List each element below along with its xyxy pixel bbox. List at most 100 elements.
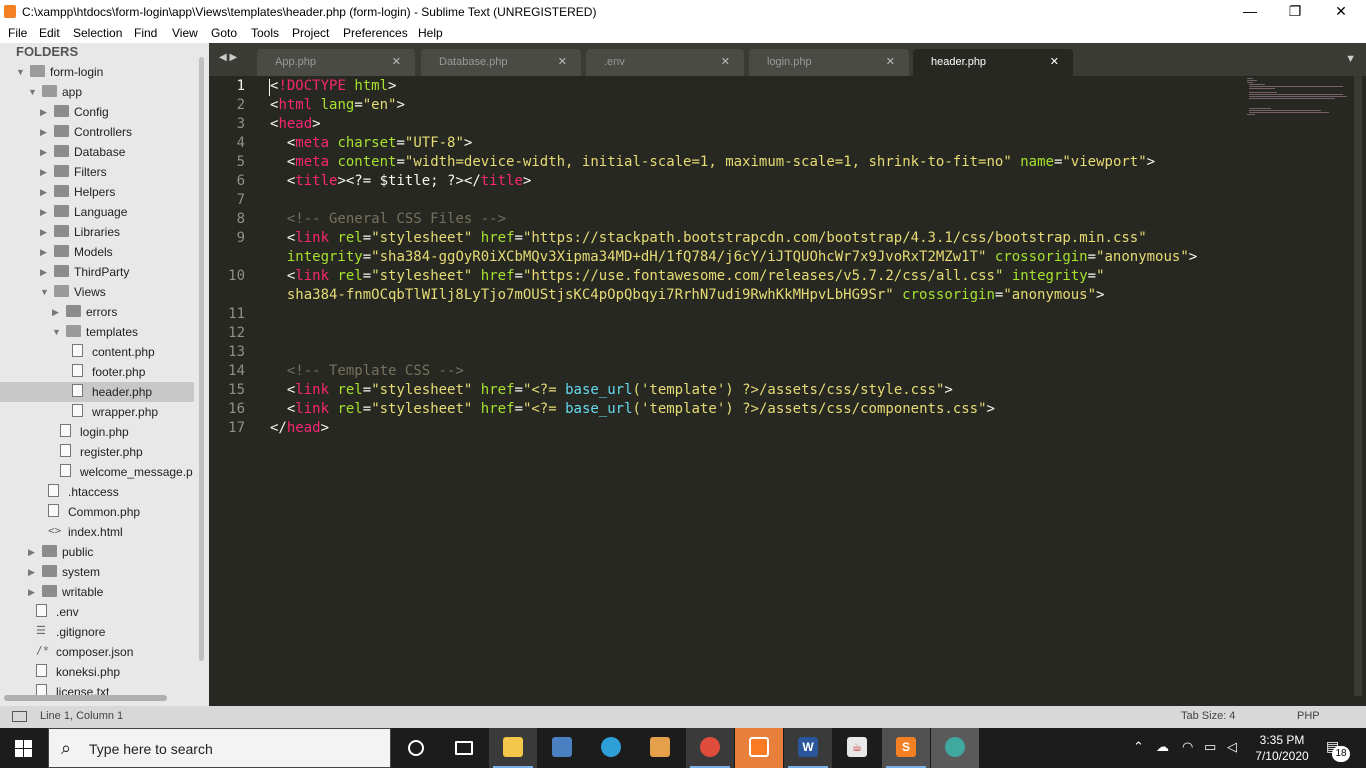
code-line[interactable]: <link rel="stylesheet" href="<?= base_ur… — [270, 401, 995, 417]
taskbar-word[interactable]: W — [784, 728, 832, 768]
volume-icon[interactable]: ◁ — [1227, 739, 1237, 755]
taskbar-edge-dev[interactable] — [931, 728, 979, 768]
battery-icon[interactable]: ▭ — [1204, 739, 1216, 755]
sidebar-item[interactable]: header.php — [0, 382, 194, 402]
sidebar-scrollbar[interactable] — [199, 57, 204, 661]
sidebar-item[interactable]: ▶ Helpers — [0, 182, 194, 202]
sidebar-item[interactable]: ▶ Language — [0, 202, 194, 222]
sidebar-item[interactable]: Common.php — [0, 502, 194, 522]
tab-close-icon[interactable]: ✕ — [558, 55, 567, 68]
tab-login-php[interactable]: login.php ✕ — [749, 49, 909, 76]
chevron-right-icon[interactable]: ▶ — [28, 547, 36, 557]
chevron-right-icon[interactable]: ▶ — [40, 187, 48, 197]
chevron-right-icon[interactable]: ▶ — [40, 167, 48, 177]
sidebar-item[interactable]: ▼ form-login — [0, 62, 194, 82]
menu-edit[interactable]: Edit — [39, 26, 60, 40]
tab-database-php[interactable]: Database.php ✕ — [421, 49, 581, 76]
code-line[interactable]: <head> — [270, 116, 321, 132]
sidebar-item[interactable]: ▶ Controllers — [0, 122, 194, 142]
sidebar-item[interactable]: ☰ .gitignore — [0, 622, 194, 642]
sidebar-item[interactable]: .htaccess — [0, 482, 194, 502]
tab-nav-arrows[interactable]: ◀ ▶ — [219, 52, 237, 63]
code-line[interactable]: <!DOCTYPE html> — [270, 78, 396, 94]
tab-app-php[interactable]: App.php ✕ — [257, 49, 415, 76]
chevron-right-icon[interactable]: ▶ — [52, 307, 60, 317]
code-line[interactable]: </head> — [270, 420, 329, 436]
chevron-right-icon[interactable]: ▶ — [40, 207, 48, 217]
menu-goto[interactable]: Goto — [211, 26, 237, 40]
editor-scrollbar[interactable] — [1354, 76, 1362, 696]
taskbar-clock[interactable]: 3:35 PM 7/10/2020 — [1252, 732, 1312, 764]
sidebar-item[interactable]: login.php — [0, 422, 194, 442]
menu-preferences[interactable]: Preferences — [343, 26, 408, 40]
chevron-right-icon[interactable]: ▶ — [40, 227, 48, 237]
sidebar-item[interactable]: .env — [0, 602, 194, 622]
close-button[interactable]: ✕ — [1318, 0, 1364, 23]
tab-header-php[interactable]: header.php ✕ — [913, 49, 1073, 76]
code-line[interactable]: <link rel="stylesheet" href="https://sta… — [270, 230, 1147, 246]
maximize-button[interactable]: ❐ — [1272, 0, 1318, 23]
windows-start-icon[interactable] — [15, 740, 32, 757]
tab-size-selector[interactable]: Tab Size: 4 — [1181, 710, 1235, 722]
code-line[interactable]: <link rel="stylesheet" href="https://use… — [270, 268, 1105, 284]
sidebar-item[interactable]: content.php — [0, 342, 194, 362]
sidebar-item[interactable]: ▶ Models — [0, 242, 194, 262]
chevron-right-icon[interactable]: ▶ — [40, 107, 48, 117]
syntax-selector[interactable]: PHP — [1297, 710, 1320, 722]
sidebar-item[interactable]: register.php — [0, 442, 194, 462]
menu-find[interactable]: Find — [134, 26, 157, 40]
tray-overflow-icon[interactable]: ⌃ — [1133, 739, 1144, 755]
code-editor[interactable]: 1 2 3 4 5 6 7 8 9 10 11 12 13 14 15 16 17 <!DOCTYPE html… — [209, 76, 1366, 706]
code-line[interactable]: integrity="sha384-ggOyR0iXCbMQv3Xipma34M… — [270, 249, 1197, 265]
menu-project[interactable]: Project — [292, 26, 329, 40]
chevron-down-icon[interactable]: ▼ — [28, 87, 37, 97]
sidebar-item[interactable]: ▶ system — [0, 562, 194, 582]
tab-dropdown-icon[interactable]: ▼ — [1345, 53, 1356, 65]
menu-view[interactable]: View — [172, 26, 198, 40]
chevron-right-icon[interactable]: ▶ — [40, 147, 48, 157]
sidebar-item[interactable]: ▶ Libraries — [0, 222, 194, 242]
code-line[interactable]: <html lang="en"> — [270, 97, 405, 113]
menu-file[interactable]: File — [8, 26, 27, 40]
sidebar-item[interactable]: ▶ Config — [0, 102, 194, 122]
chevron-right-icon[interactable]: ▶ — [40, 127, 48, 137]
code-line[interactable]: <link rel="stylesheet" href="<?= base_ur… — [270, 382, 953, 398]
sidebar-item[interactable]: ▼ Views — [0, 282, 194, 302]
chevron-right-icon[interactable]: ▶ — [40, 267, 48, 277]
code-line[interactable]: <title><?= $title; ?></title> — [270, 173, 532, 189]
tab-env[interactable]: .env ✕ — [586, 49, 744, 76]
taskbar-store[interactable] — [636, 728, 684, 768]
chevron-down-icon[interactable]: ▼ — [40, 287, 49, 297]
code-line[interactable]: <!-- Template CSS --> — [270, 363, 464, 379]
menu-help[interactable]: Help — [418, 26, 443, 40]
sidebar-item[interactable]: welcome_message.p — [0, 462, 194, 482]
tab-close-icon[interactable]: ✕ — [1050, 55, 1059, 68]
panel-toggle-icon[interactable] — [12, 711, 27, 722]
sidebar-item[interactable]: ▶ ThirdParty — [0, 262, 194, 282]
onedrive-icon[interactable]: ☁ — [1156, 739, 1169, 755]
sidebar-item[interactable]: ▶ writable — [0, 582, 194, 602]
chevron-right-icon[interactable]: ▶ — [28, 567, 36, 577]
chevron-down-icon[interactable]: ▼ — [52, 327, 61, 337]
taskbar-sublime-text[interactable]: S — [882, 728, 930, 768]
code-line[interactable]: <meta content="width=device-width, initi… — [270, 154, 1155, 170]
sidebar-item[interactable]: koneksi.php — [0, 662, 194, 682]
sidebar-item[interactable]: ▶ Database — [0, 142, 194, 162]
chevron-right-icon[interactable]: ▶ — [28, 587, 36, 597]
taskbar-chrome[interactable] — [686, 728, 734, 768]
cortana-button[interactable] — [392, 728, 440, 768]
sidebar-item[interactable]: ▼ templates — [0, 322, 194, 342]
task-view-button[interactable] — [440, 728, 488, 768]
tab-close-icon[interactable]: ✕ — [392, 55, 401, 68]
sidebar-item[interactable]: /* composer.json — [0, 642, 194, 662]
sidebar-item[interactable]: ▶ public — [0, 542, 194, 562]
taskbar-search-input[interactable]: ⌕ Type here to search — [48, 728, 391, 768]
taskbar-file-explorer[interactable] — [489, 728, 537, 768]
taskbar-edge[interactable] — [587, 728, 635, 768]
chevron-down-icon[interactable]: ▼ — [16, 67, 25, 77]
sidebar-item[interactable]: ▶ Filters — [0, 162, 194, 182]
tab-close-icon[interactable]: ✕ — [721, 55, 730, 68]
chevron-right-icon[interactable]: ▶ — [40, 247, 48, 257]
minimize-button[interactable]: — — [1227, 0, 1273, 23]
sidebar-item[interactable]: ▼ app — [0, 82, 194, 102]
